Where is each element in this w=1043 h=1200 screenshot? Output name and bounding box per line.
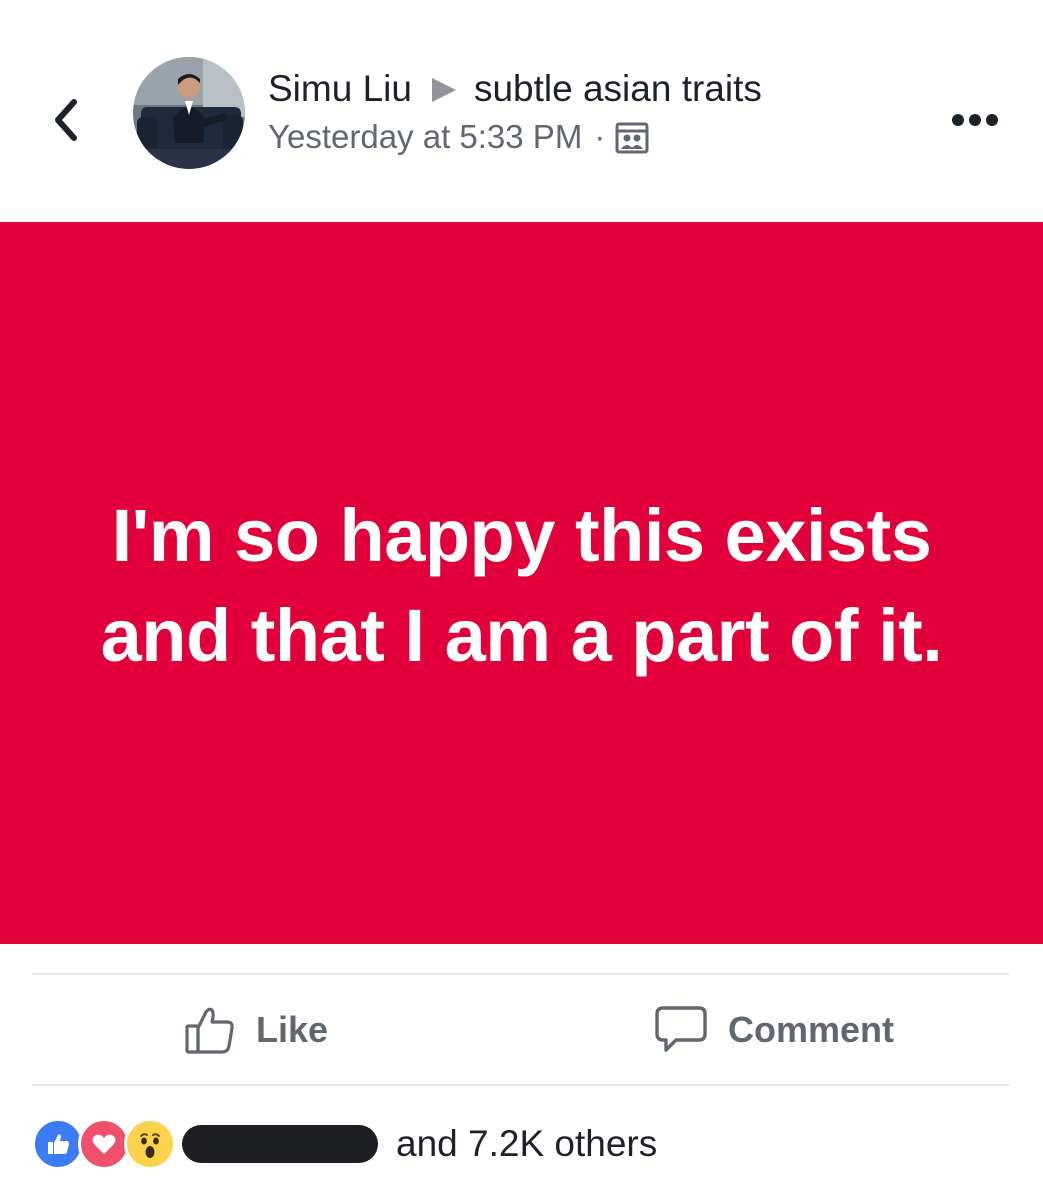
- group-name-link[interactable]: subtle asian traits: [474, 66, 762, 112]
- post-text-card[interactable]: I'm so happy this exists and that I am a…: [0, 222, 1043, 944]
- action-bar: Like Comment: [0, 976, 1043, 1084]
- comment-button[interactable]: Comment: [654, 1002, 894, 1058]
- chevron-left-icon: [55, 99, 77, 141]
- speech-bubble-icon: [655, 1006, 707, 1052]
- redacted-name-bar: [182, 1125, 378, 1163]
- back-button[interactable]: [38, 90, 94, 150]
- divider-bottom: [32, 1084, 1009, 1086]
- reactions-summary[interactable]: and 7.2K others: [32, 1118, 657, 1170]
- avatar-photo: [133, 57, 245, 169]
- post-text: I'm so happy this exists and that I am a…: [100, 494, 943, 677]
- more-options-button[interactable]: [940, 100, 1010, 140]
- like-reaction-icon: [32, 1118, 84, 1170]
- divider-top: [32, 973, 1009, 975]
- heart-reaction-icon: [78, 1118, 130, 1170]
- post-meta: Yesterday at 5:33 PM ·: [268, 116, 649, 158]
- meta-separator: ·: [594, 118, 606, 155]
- comment-label: Comment: [728, 1009, 895, 1050]
- post-header: Simu Liu subtle asian traits Yesterday a…: [0, 0, 1043, 222]
- author-name-link[interactable]: Simu Liu: [268, 66, 412, 112]
- like-button[interactable]: Like: [184, 1002, 328, 1058]
- like-label: Like: [256, 1009, 329, 1050]
- reaction-count-text[interactable]: and 7.2K others: [396, 1123, 657, 1165]
- wow-reaction-icon: [124, 1118, 176, 1170]
- author-line: Simu Liu subtle asian traits: [268, 66, 762, 112]
- group-members-icon: [615, 122, 649, 154]
- arrow-right-icon: [431, 78, 456, 102]
- post-timestamp[interactable]: Yesterday at 5:33 PM: [268, 116, 582, 158]
- author-avatar[interactable]: [133, 57, 245, 169]
- more-dots-icon: [952, 114, 998, 126]
- thumbs-up-icon: [185, 1007, 234, 1054]
